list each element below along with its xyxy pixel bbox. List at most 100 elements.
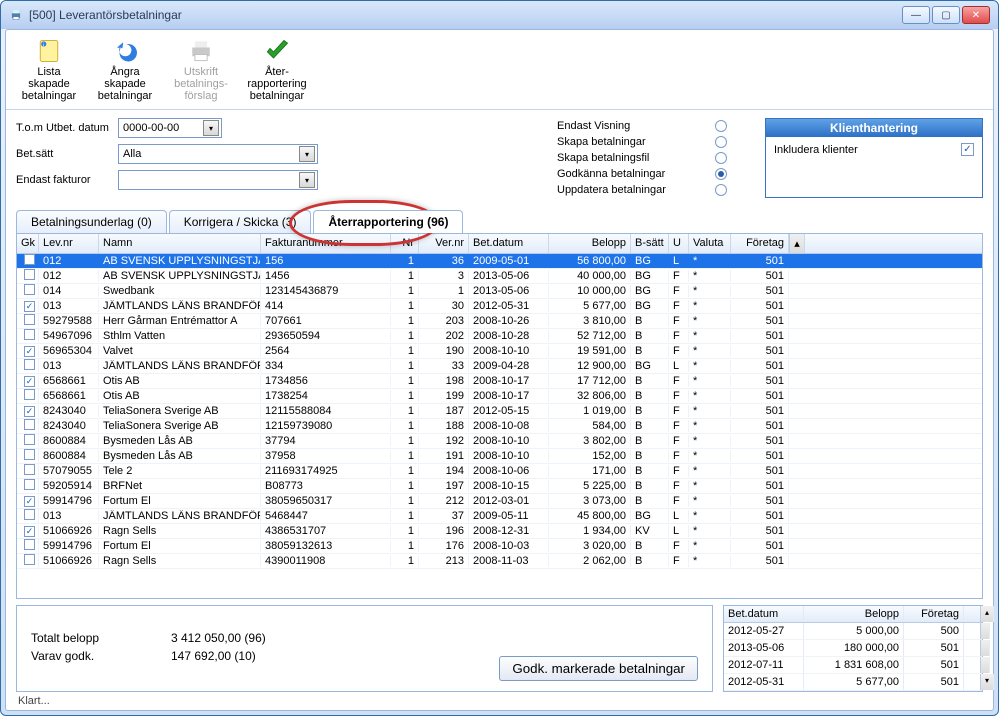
table-row[interactable]: 014Swedbank123145436879112013-05-0610 00… — [17, 284, 982, 299]
row-checkbox[interactable] — [24, 464, 35, 475]
row-checkbox[interactable]: ✓ — [24, 496, 35, 507]
row-checkbox[interactable] — [24, 479, 35, 490]
table-row[interactable]: 51066926Ragn Sells439001190812132008-11-… — [17, 554, 982, 569]
chevron-down-icon[interactable]: ▾ — [299, 146, 315, 162]
printer-gray-icon — [185, 37, 217, 66]
close-button[interactable]: ✕ — [962, 6, 990, 24]
tool-print-label: Utskrift betalnings- förslag — [174, 66, 228, 102]
radio-skapa-fil[interactable] — [715, 152, 727, 164]
row-checkbox[interactable] — [24, 449, 35, 460]
check-icon — [261, 37, 293, 66]
row-checkbox[interactable] — [24, 269, 35, 280]
titlebar[interactable]: [500] Leverantörsbetalningar — ▢ ✕ — [1, 1, 998, 29]
tab-strip: Betalningsunderlag (0) Korrigera / Skick… — [6, 210, 993, 233]
table-row[interactable]: 59205914BRFNetB0877311972008-10-155 225,… — [17, 479, 982, 494]
table-row[interactable]: 6568661Otis AB173825411992008-10-1732 80… — [17, 389, 982, 404]
table-row[interactable]: ✓013JÄMTLANDS LÄNS BRANDFÖR4141302012-05… — [17, 299, 982, 314]
row-checkbox[interactable] — [24, 434, 35, 445]
table-row[interactable]: ✓59914796Fortum El3805965031712122012-03… — [17, 494, 982, 509]
tool-undo-payments[interactable]: Ångra skapade betalningar — [88, 34, 162, 105]
chevron-down-icon[interactable]: ▾ — [203, 120, 219, 136]
table-row[interactable]: ✓6568661Otis AB173485611982008-10-1717 7… — [17, 374, 982, 389]
minimize-button[interactable]: — — [902, 6, 930, 24]
window-title: [500] Leverantörsbetalningar — [29, 8, 182, 22]
date-input[interactable]: 0000-00-00▾ — [118, 118, 222, 138]
table-row[interactable]: 59279588Herr Gårman Entrémattor A7076611… — [17, 314, 982, 329]
row-checkbox[interactable] — [24, 314, 35, 325]
row-checkbox[interactable] — [24, 539, 35, 550]
row-checkbox[interactable]: ✓ — [24, 526, 35, 537]
mini-row[interactable]: 2012-05-275 000,00500 — [724, 623, 982, 640]
include-clients-label: Inkludera klienter — [774, 144, 858, 156]
mode-radio-group: Endast Visning Skapa betalningar Skapa b… — [557, 118, 727, 198]
table-row[interactable]: ✓51066926Ragn Sells438653170711962008-12… — [17, 524, 982, 539]
row-checkbox[interactable] — [24, 254, 35, 265]
row-checkbox[interactable] — [24, 554, 35, 565]
radio-endast-visning[interactable] — [715, 120, 727, 132]
mini-grid[interactable]: Bet.datumBeloppFöretag▴ 2012-05-275 000,… — [723, 605, 983, 692]
betsatt-label: Bet.sätt — [16, 148, 118, 160]
tool-report-label: Åter- rapportering betalningar — [247, 66, 306, 102]
tool-undo-label: Ångra skapade betalningar — [98, 66, 152, 102]
table-row[interactable]: 8600884Bysmeden Lås AB3779411922008-10-1… — [17, 434, 982, 449]
table-row[interactable]: 013JÄMTLANDS LÄNS BRANDFÖR54684471372009… — [17, 509, 982, 524]
row-checkbox[interactable] — [24, 419, 35, 430]
panel-title: Klienthantering — [766, 119, 982, 137]
tab-korrigera[interactable]: Korrigera / Skicka (3) — [169, 210, 312, 233]
data-grid[interactable]: GkLev.nrNamnFakturanummerNrVer.nrBet.dat… — [16, 233, 983, 599]
mini-row[interactable]: 2013-05-06180 000,00501 — [724, 640, 982, 657]
summary-box: Totalt belopp3 412 050,00 (96) Varav god… — [16, 605, 713, 692]
tool-print: Utskrift betalnings- förslag — [164, 34, 238, 105]
row-checkbox[interactable] — [24, 509, 35, 520]
table-row[interactable]: 8600884Bysmeden Lås AB3795811912008-10-1… — [17, 449, 982, 464]
tool-list-label: Lista skapade betalningar — [22, 66, 76, 102]
row-checkbox[interactable] — [24, 359, 35, 370]
status-bar: Klart... — [6, 692, 993, 710]
toolbar: i Lista skapade betalningar Ångra skapad… — [6, 30, 993, 110]
radio-godkanna[interactable] — [715, 168, 727, 180]
row-checkbox[interactable]: ✓ — [24, 376, 35, 387]
mini-row[interactable]: 2012-05-315 677,00501▾ — [724, 674, 982, 691]
footer: Totalt belopp3 412 050,00 (96) Varav god… — [16, 605, 983, 692]
table-row[interactable]: ✓56965304Valvet256411902008-10-1019 591,… — [17, 344, 982, 359]
client-area: i Lista skapade betalningar Ångra skapad… — [5, 29, 994, 711]
row-checkbox[interactable]: ✓ — [24, 301, 35, 312]
table-row[interactable]: 8243040TeliaSonera Sverige AB12159739080… — [17, 419, 982, 434]
endast-label: Endast fakturor — [16, 174, 118, 186]
row-checkbox[interactable] — [24, 389, 35, 400]
tool-list-payments[interactable]: i Lista skapade betalningar — [12, 34, 86, 105]
scroll-up-icon[interactable]: ▴ — [980, 606, 994, 622]
mini-row[interactable]: 2012-07-111 831 608,00501 — [724, 657, 982, 674]
tab-aterrapportering[interactable]: Återrapportering (96) — [313, 210, 463, 233]
table-row[interactable]: 012AB SVENSK UPPLYSNINGSTJÄ1561362009-05… — [17, 254, 982, 269]
scroll-up-icon[interactable]: ▴ — [789, 234, 805, 253]
note-icon: i — [33, 37, 65, 66]
row-checkbox[interactable]: ✓ — [24, 406, 35, 417]
filter-row: T.o.m Utbet. datum 0000-00-00▾ Bet.sätt … — [6, 110, 993, 206]
row-checkbox[interactable] — [24, 284, 35, 295]
grid-header[interactable]: GkLev.nrNamnFakturanummerNrVer.nrBet.dat… — [17, 234, 982, 254]
approve-selected-button[interactable]: Godk. markerade betalningar — [499, 656, 698, 681]
tab-betalningsunderlag[interactable]: Betalningsunderlag (0) — [16, 210, 167, 233]
table-row[interactable]: 013JÄMTLANDS LÄNS BRANDFÖR3341332009-04-… — [17, 359, 982, 374]
printer-icon — [9, 8, 23, 22]
endast-select[interactable]: ▾ — [118, 170, 318, 190]
maximize-button[interactable]: ▢ — [932, 6, 960, 24]
table-row[interactable]: 54967096Sthlm Vatten29365059412022008-10… — [17, 329, 982, 344]
panel-klienthantering: Klienthantering Inkludera klienter ✓ — [765, 118, 983, 198]
chevron-down-icon[interactable]: ▾ — [299, 172, 315, 188]
svg-text:i: i — [43, 43, 44, 49]
table-row[interactable]: 57079055Tele 221169317492511942008-10-06… — [17, 464, 982, 479]
radio-skapa-betalningar[interactable] — [715, 136, 727, 148]
undo-icon — [109, 37, 141, 66]
table-row[interactable]: 012AB SVENSK UPPLYSNINGSTJÄ1456132013-05… — [17, 269, 982, 284]
betsatt-select[interactable]: Alla▾ — [118, 144, 318, 164]
row-checkbox[interactable] — [24, 329, 35, 340]
include-clients-checkbox[interactable]: ✓ — [961, 143, 974, 156]
radio-uppdatera[interactable] — [715, 184, 727, 196]
table-row[interactable]: ✓8243040TeliaSonera Sverige AB1211558808… — [17, 404, 982, 419]
date-label: T.o.m Utbet. datum — [16, 122, 118, 134]
table-row[interactable]: 59914796Fortum El3805913261311762008-10-… — [17, 539, 982, 554]
row-checkbox[interactable]: ✓ — [24, 346, 35, 357]
tool-report[interactable]: Åter- rapportering betalningar — [240, 34, 314, 105]
